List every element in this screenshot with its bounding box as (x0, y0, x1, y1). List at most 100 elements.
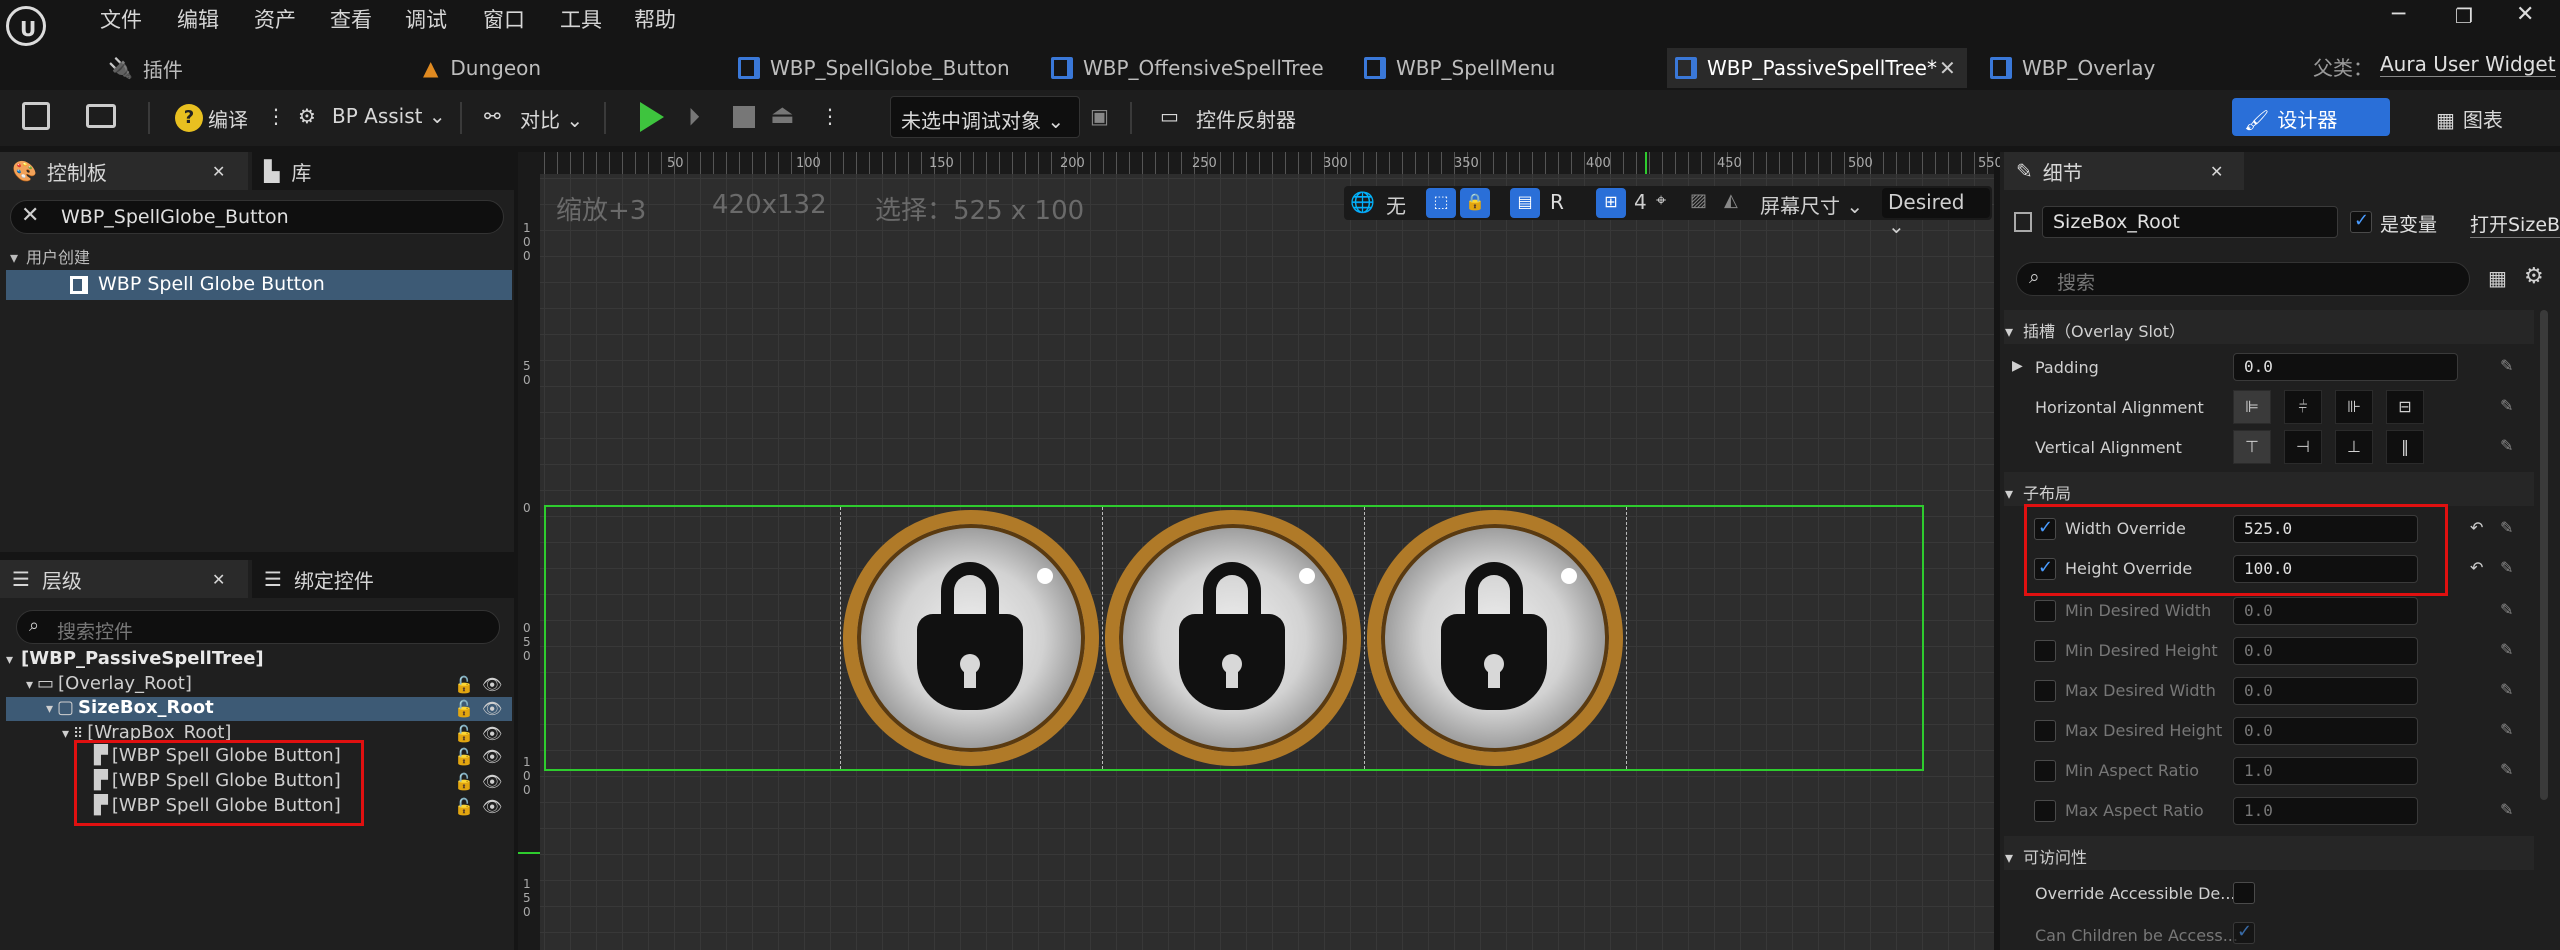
table-view-icon[interactable]: ▦ (2488, 266, 2507, 290)
browse-icon[interactable] (86, 104, 116, 128)
keyframe-icon[interactable]: ✎ (2500, 436, 2513, 455)
layout-toggle[interactable]: ▤ (1510, 188, 1540, 218)
padding-input[interactable]: 0.0 (2233, 353, 2458, 381)
open-sizebox-link[interactable]: 打开SizeB (2470, 210, 2560, 238)
unreal-logo-icon[interactable]: U (6, 6, 46, 46)
tab-palette[interactable]: 🎨 控制板 ✕ (0, 152, 248, 190)
lock-icon[interactable]: 🔓 (454, 747, 474, 766)
eye-icon[interactable]: 👁 (482, 699, 502, 718)
min-aspect-ratio-checkbox[interactable] (2034, 760, 2056, 782)
min-desired-width-checkbox[interactable] (2034, 600, 2056, 622)
keyframe-icon[interactable]: ✎ (2500, 720, 2513, 739)
min-desired-width-input[interactable]: 0.0 (2233, 597, 2418, 625)
graph-button[interactable]: ▦ 图表 (2436, 104, 2503, 133)
compile-icon[interactable]: ? (175, 104, 203, 132)
spell-globe-button-2[interactable] (1105, 510, 1361, 766)
tab-passive-spell-tree[interactable]: WBP_PassiveSpellTree* ✕ (1667, 48, 1967, 88)
diff-icon[interactable]: ⚯ (484, 104, 501, 128)
eye-icon[interactable]: 👁 (482, 772, 502, 791)
minimize-button[interactable]: ─ (2392, 2, 2405, 27)
bp-assist-button[interactable]: BP Assist ⌄ (332, 104, 446, 128)
lock-icon[interactable]: 🔓 (454, 724, 474, 743)
spell-globe-button-3[interactable] (1367, 510, 1623, 766)
v-align-bottom-button[interactable]: ⊥ (2335, 430, 2373, 464)
details-scrollbar[interactable] (2540, 310, 2548, 800)
stop-icon[interactable] (733, 106, 755, 128)
max-desired-height-checkbox[interactable] (2034, 720, 2056, 742)
tab-spellglobe-button[interactable]: WBP_SpellGlobe_Button (730, 48, 1030, 88)
tab-overlay[interactable]: WBP_Overlay (1982, 48, 2282, 88)
tab-offensive-spell-tree[interactable]: WBP_OffensiveSpellTree (1043, 48, 1343, 88)
lock-icon[interactable]: 🔓 (454, 675, 474, 694)
max-desired-width-input[interactable]: 0.0 (2233, 677, 2418, 705)
marquee-toggle[interactable]: ⬚ (1426, 188, 1456, 218)
h-align-right-button[interactable]: ⊪ (2335, 390, 2373, 424)
max-desired-height-input[interactable]: 0.0 (2233, 717, 2418, 745)
find-debug-icon[interactable]: ▣ (1090, 104, 1109, 128)
spell-globe-button-1[interactable] (843, 510, 1099, 766)
step-icon[interactable]: ⏵ (688, 103, 700, 131)
toggle-none-label[interactable]: 无 (1386, 190, 1406, 219)
parent-class-link[interactable]: Aura User Widget (2380, 52, 2556, 77)
keyframe-icon[interactable]: ✎ (2500, 680, 2513, 699)
play-icon[interactable] (640, 102, 664, 132)
globe-icon[interactable]: 🌐 (1350, 190, 1375, 214)
tab-spell-menu[interactable]: WBP_SpellMenu (1356, 48, 1656, 88)
h-align-fill-button[interactable]: ⊟ (2386, 390, 2424, 424)
hierarchy-search-input[interactable]: ⌕ 搜索控件 (16, 610, 500, 644)
respect-locks-toggle[interactable]: R (1550, 190, 1564, 214)
eye-icon[interactable]: 👁 (482, 724, 502, 743)
close-tab-icon[interactable]: ✕ (1939, 56, 1956, 80)
min-desired-height-input[interactable]: 0.0 (2233, 637, 2418, 665)
tab-plugins[interactable]: 🔌 插件 (100, 48, 300, 88)
settings-gear-icon[interactable]: ⚙ (2524, 264, 2544, 289)
palette-search-input[interactable]: ✕ WBP_SpellGlobe_Button (10, 200, 504, 234)
min-aspect-ratio-input[interactable]: 1.0 (2233, 757, 2418, 785)
override-accessible-checkbox[interactable] (2233, 882, 2255, 904)
v-align-center-button[interactable]: ⊣ (2284, 430, 2322, 464)
reset-arrow-icon[interactable]: ↶ (2470, 518, 2483, 537)
restore-button[interactable]: ❐ (2455, 4, 2473, 28)
palette-category[interactable]: ▾ 用户创建 (10, 244, 90, 268)
keyframe-icon[interactable]: ✎ (2500, 640, 2513, 659)
h-align-left-button[interactable]: ⊫ (2233, 390, 2271, 424)
menu-help[interactable]: 帮助 (634, 4, 676, 34)
lock-toggle[interactable]: 🔒 (1460, 188, 1490, 218)
is-variable-checkbox[interactable] (2350, 210, 2372, 233)
menu-edit[interactable]: 编辑 (177, 4, 219, 34)
clear-search-icon[interactable]: ✕ (21, 203, 39, 228)
max-aspect-ratio-input[interactable]: 1.0 (2233, 797, 2418, 825)
max-aspect-ratio-checkbox[interactable] (2034, 800, 2056, 822)
keyframe-icon[interactable]: ✎ (2500, 800, 2513, 819)
keyframe-icon[interactable]: ✎ (2500, 518, 2513, 537)
lock-icon[interactable]: 🔓 (454, 699, 474, 718)
compile-button[interactable]: 编译 (208, 104, 248, 133)
v-align-top-button[interactable]: ⊤ (2233, 430, 2271, 464)
tree-row-root[interactable]: ▾ [WBP_PassiveSpellTree] (6, 648, 264, 672)
cursor-icon[interactable]: ⌖ (1656, 190, 1666, 211)
details-search-input[interactable]: ⌕ 搜索 (2016, 262, 2470, 296)
designer-button[interactable]: 🖌 设计器 (2232, 98, 2390, 136)
h-align-center-button[interactable]: ⫩ (2284, 390, 2322, 424)
eye-icon[interactable]: 👁 (482, 675, 502, 694)
eye-icon[interactable]: 👁 (482, 797, 502, 816)
widget-name-input[interactable]: SizeBox_Root (2042, 206, 2338, 238)
children-accessible-checkbox[interactable] (2233, 921, 2255, 944)
tab-library[interactable]: ▙ 库 (252, 152, 514, 190)
close-tab-icon[interactable]: ✕ (212, 162, 225, 181)
eject-icon[interactable]: ⏏ (770, 100, 795, 130)
menu-debug[interactable]: 调试 (405, 4, 447, 34)
menu-window[interactable]: 窗口 (483, 4, 525, 34)
image-icon[interactable]: ▨ (1690, 190, 1707, 211)
menu-view[interactable]: 查看 (330, 4, 372, 34)
keyframe-icon[interactable]: ✎ (2500, 356, 2513, 375)
min-desired-height-checkbox[interactable] (2034, 640, 2056, 662)
max-desired-width-checkbox[interactable] (2034, 680, 2056, 702)
grid-size-value[interactable]: 4 (1634, 190, 1647, 214)
keyframe-icon[interactable]: ✎ (2500, 558, 2513, 577)
tab-dungeon[interactable]: ▲ Dungeon (415, 48, 715, 88)
play-options-icon[interactable]: ⋮ (820, 104, 840, 128)
menu-file[interactable]: 文件 (100, 4, 142, 34)
diff-button[interactable]: 对比 ⌄ (520, 104, 583, 133)
lock-icon[interactable]: 🔓 (454, 772, 474, 791)
